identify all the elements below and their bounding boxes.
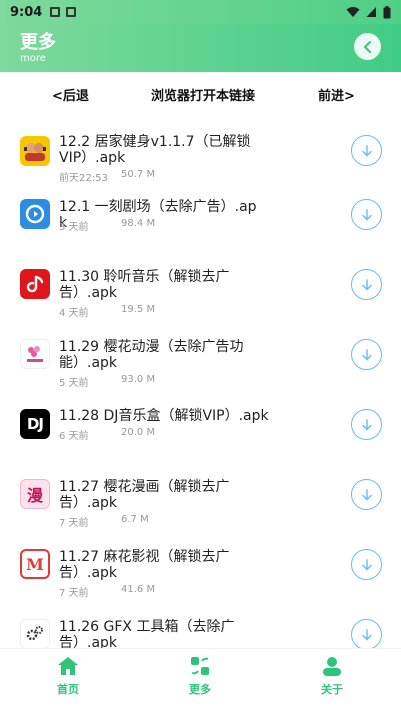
list-item[interactable]: 12.2 居家健身v1.1.7（已解锁VIP）.apk 前天22:53 50.7…	[0, 122, 401, 192]
file-size: 50.7 M	[121, 169, 156, 180]
status-time: 9:04	[10, 4, 43, 20]
file-time: 前天22:53	[59, 173, 108, 184]
tab-home-label: 首页	[57, 683, 79, 696]
chevron-left-icon	[363, 40, 371, 53]
list-item[interactable]: 11.30 聆听音乐（解锁去广告）.apk 4 天前 19.5 M	[0, 262, 401, 332]
download-arrow-icon	[361, 418, 372, 430]
file-title: 11.30 聆听音乐（解锁去广告）.apk	[59, 269, 230, 301]
file-size: 6.7 M	[121, 514, 149, 525]
status-bar: 9:04	[0, 0, 401, 24]
page-subtitle: more	[20, 53, 46, 64]
list-item[interactable]: 11.29 樱花动漫（去除广告功能）.apk 5 天前 93.0 M	[0, 332, 401, 402]
file-list: 12.2 居家健身v1.1.7（已解锁VIP）.apk 前天22:53 50.7…	[0, 116, 401, 648]
home-icon	[58, 657, 78, 675]
tab-about[interactable]: 关于	[302, 655, 362, 697]
download-arrow-icon	[361, 144, 372, 156]
file-time: 6 天前	[59, 431, 89, 442]
back-button[interactable]	[354, 33, 381, 60]
download-button[interactable]	[351, 269, 382, 300]
file-time: 5 天前	[59, 378, 89, 389]
download-arrow-icon	[361, 278, 372, 290]
download-arrow-icon	[361, 208, 372, 220]
file-title: 11.29 樱花动漫（去除广告功能）.apk	[59, 339, 244, 371]
file-title: 11.26 GFX 工具箱（去除广告）.apk	[59, 619, 235, 648]
file-title: 11.27 麻花影视（解锁去广告）.apk	[59, 549, 230, 581]
theater-app-icon	[20, 199, 50, 229]
page-title: 更多	[20, 32, 56, 53]
bottom-nav: 首页 更多 关于	[0, 648, 401, 707]
download-button[interactable]	[351, 199, 382, 230]
file-size: 20.0 M	[121, 427, 156, 438]
list-item[interactable]: DJ 11.28 DJ音乐盒（解锁VIP）.apk 6 天前 20.0 M	[0, 402, 401, 472]
tab-home[interactable]: 首页	[38, 655, 98, 697]
wifi-icon	[346, 7, 360, 17]
list-item[interactable]: M 11.27 麻花影视（解锁去广告）.apk 7 天前 41.6 M	[0, 542, 401, 612]
user-icon	[323, 657, 341, 676]
download-arrow-icon	[361, 488, 372, 500]
browser-nav-bar: <后退 浏览器打开本链接 前进>	[0, 72, 401, 116]
list-item[interactable]: 漫 11.27 樱花漫画（解锁去广告）.apk 7 天前 6.7 M	[0, 472, 401, 542]
open-in-browser-link[interactable]: 浏览器打开本链接	[151, 85, 255, 104]
file-size: 19.5 M	[121, 304, 156, 315]
notification-icon	[50, 7, 61, 17]
download-arrow-icon	[361, 628, 372, 640]
anime-app-icon	[20, 339, 50, 369]
tab-more-label: 更多	[189, 683, 211, 696]
download-button[interactable]	[351, 339, 382, 370]
file-time: 7 天前	[59, 588, 89, 599]
battery-icon	[383, 5, 391, 18]
header: 更多 more	[0, 24, 401, 72]
video-app-icon: M	[20, 549, 50, 579]
more-icon	[191, 657, 209, 675]
download-button[interactable]	[351, 549, 382, 580]
browser-back-link[interactable]: <后退	[52, 85, 89, 104]
file-title: 11.28 DJ音乐盒（解锁VIP）.apk	[59, 408, 269, 424]
file-time: 3 天前	[59, 222, 89, 233]
file-time: 7 天前	[59, 518, 89, 529]
download-arrow-icon	[361, 348, 372, 360]
file-title: 12.2 居家健身v1.1.7（已解锁VIP）.apk	[59, 134, 251, 166]
tab-about-label: 关于	[321, 683, 343, 696]
comic-app-icon: 漫	[20, 479, 50, 509]
download-button[interactable]	[351, 409, 382, 440]
file-size: 98.4 M	[121, 218, 156, 229]
gfx-tool-app-icon	[20, 619, 50, 648]
file-title: 11.27 樱花漫画（解锁去广告）.apk	[59, 479, 230, 511]
fitness-app-icon	[20, 136, 50, 166]
list-item[interactable]: 11.26 GFX 工具箱（去除广告）.apk	[0, 612, 401, 648]
calendar-icon	[66, 7, 77, 17]
file-size: 41.6 M	[121, 584, 156, 595]
tab-more[interactable]: 更多	[170, 655, 230, 697]
file-size: 93.0 M	[121, 374, 156, 385]
signal-icon	[366, 7, 376, 17]
download-arrow-icon	[361, 558, 372, 570]
download-button[interactable]	[351, 479, 382, 510]
dj-app-icon: DJ	[20, 409, 50, 439]
music-app-icon	[20, 269, 50, 299]
download-button[interactable]	[351, 619, 382, 648]
download-button[interactable]	[351, 135, 382, 166]
list-item[interactable]: 12.1 一刻剧场（去除广告）.apk 3 天前 98.4 M	[0, 192, 401, 262]
file-time: 4 天前	[59, 308, 89, 319]
browser-forward-link[interactable]: 前进>	[318, 85, 355, 104]
